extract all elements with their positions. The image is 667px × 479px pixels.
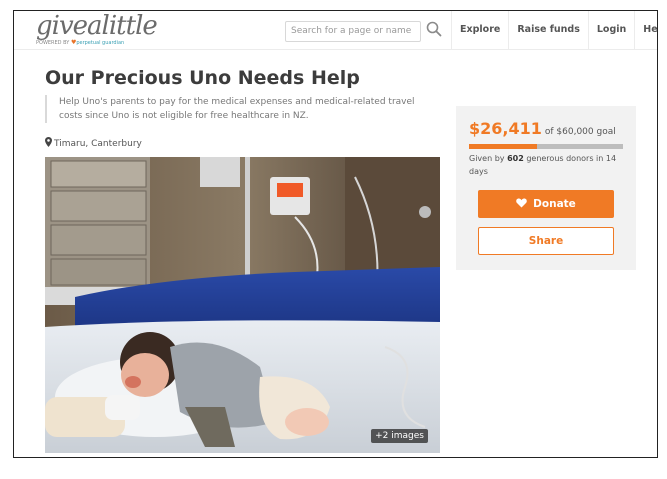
logo-wordmark: givealittle <box>36 11 158 41</box>
logo-powered-by: POWERED BY <box>36 40 70 46</box>
more-images-badge[interactable]: +2 images <box>371 429 428 443</box>
nav-explore[interactable]: Explore <box>451 11 508 49</box>
search-box <box>285 18 445 42</box>
heart-icon <box>516 198 527 211</box>
search-icon[interactable] <box>425 19 443 39</box>
donate-button[interactable]: Donate <box>478 190 614 218</box>
nav-login[interactable]: Login <box>587 11 634 49</box>
donor-count: 602 <box>507 154 524 163</box>
nav-help[interactable]: Help <box>634 11 657 49</box>
donor-summary: Given by 602 generous donors in 14 days <box>469 152 623 178</box>
given-prefix: Given by <box>469 154 505 163</box>
goal-text: of $60,000 goal <box>544 127 616 137</box>
location: Timaru, Canterbury <box>45 137 142 150</box>
campaign-photo[interactable]: +2 images <box>45 157 440 453</box>
location-text: Timaru, Canterbury <box>54 139 142 149</box>
site-header: givealittle POWERED BY ♥perpetual guardi… <box>14 11 657 50</box>
map-pin-icon <box>45 137 52 150</box>
share-button[interactable]: Share <box>478 227 614 255</box>
browser-frame: givealittle POWERED BY ♥perpetual guardi… <box>13 10 658 458</box>
donate-label: Donate <box>533 198 576 210</box>
page-description: Help Uno's parents to pay for the medica… <box>45 95 431 123</box>
givealittle-logo[interactable]: givealittle POWERED BY ♥perpetual guardi… <box>36 11 158 46</box>
main-nav: Explore Raise funds Login Help <box>451 11 657 49</box>
amount-raised: $26,411 of $60,000 goal <box>469 119 616 138</box>
amount-raised-value: $26,411 <box>469 119 542 138</box>
photo-illustration <box>45 157 440 453</box>
progress-bar <box>469 144 623 149</box>
nav-raise-funds[interactable]: Raise funds <box>508 11 588 49</box>
logo-brand: perpetual guardian <box>76 40 125 46</box>
progress-fill <box>469 144 537 149</box>
search-input[interactable] <box>285 20 421 42</box>
page-title: Our Precious Uno Needs Help <box>45 67 360 89</box>
donation-panel: $26,411 of $60,000 goal Given by 602 gene… <box>456 106 636 270</box>
